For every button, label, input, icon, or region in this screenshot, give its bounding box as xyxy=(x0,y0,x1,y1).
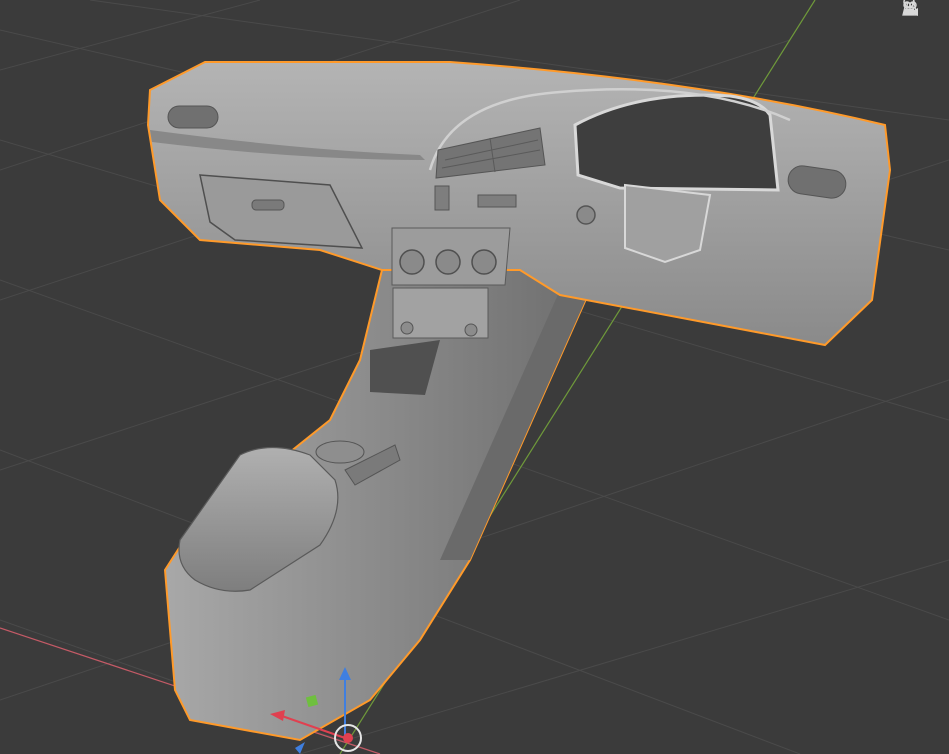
knob-1 xyxy=(399,249,425,275)
viewport-canvas[interactable] xyxy=(0,0,949,754)
navigation-gizmos xyxy=(901,0,927,66)
ignition xyxy=(576,205,596,225)
knob-2 xyxy=(435,249,461,275)
dashboard-model xyxy=(146,61,892,742)
3d-viewport[interactable] xyxy=(0,0,949,754)
left-vent xyxy=(167,105,219,129)
knob-3 xyxy=(471,249,497,275)
perspective-grid-icon[interactable] xyxy=(902,2,926,66)
steering-column xyxy=(624,183,712,264)
